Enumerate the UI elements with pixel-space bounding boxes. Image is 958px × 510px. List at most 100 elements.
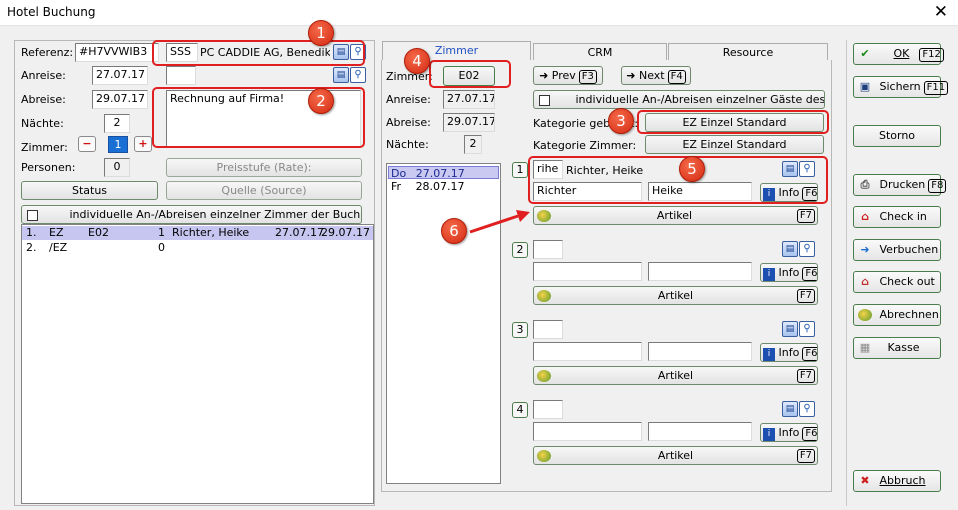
table-row[interactable]: 2. /EZ 0	[22, 241, 373, 255]
info-label: Info	[778, 266, 800, 279]
ok-button[interactable]: ✔ OK F12	[853, 43, 944, 65]
info-label: Info	[778, 346, 800, 359]
list-item[interactable]: Fr 28.07.17	[388, 180, 499, 193]
address-card-icon[interactable]: ▤	[782, 401, 798, 417]
checkout-label: Check out	[879, 275, 935, 288]
storno-label: Storno	[878, 129, 916, 142]
status-button[interactable]: Status	[21, 181, 158, 200]
anreise-label: Anreise:	[21, 69, 66, 82]
ok-key: F12	[919, 48, 944, 62]
anreise-time-field[interactable]	[166, 66, 196, 85]
address-card-icon[interactable]: ▤	[782, 241, 798, 257]
sichern-key: F11	[923, 81, 949, 95]
address-card-icon[interactable]: ▤	[782, 321, 798, 337]
zimmer-label: Zimmer:	[21, 141, 68, 154]
kat-zimmer-label: Kategorie Zimmer:	[533, 139, 637, 152]
verbuchen-label: Verbuchen	[879, 243, 939, 256]
anreise-field[interactable]: 27.07.17	[92, 66, 148, 85]
callout-badge-5: 5	[679, 156, 705, 182]
guest-number: 2	[512, 242, 528, 258]
artikel-label: Artikel	[657, 289, 694, 302]
first-name-field[interactable]	[648, 342, 752, 361]
callout-box-4	[429, 60, 511, 88]
individual-room-dates-checkbox[interactable]: individuelle An-/Abreisen einzelner Zimm…	[21, 205, 362, 224]
first-name-field[interactable]	[648, 422, 752, 441]
callout-box-1	[152, 40, 365, 66]
abrechnen-button[interactable]: Abrechnen	[853, 304, 941, 326]
first-name-field[interactable]	[648, 262, 752, 281]
individual-guest-dates-checkbox[interactable]: individuelle An-/Abreisen einzelner Gäst…	[533, 90, 825, 109]
tab-resource[interactable]: Resource	[668, 43, 828, 61]
guest-number: 1	[512, 162, 528, 178]
day-name: Fr	[391, 180, 402, 193]
quelle-button[interactable]: Quelle (Source)	[166, 181, 362, 200]
next-button[interactable]: ➜ Next F4	[621, 66, 691, 85]
info-button[interactable]: i Info F6	[760, 263, 818, 282]
minus-room-icon[interactable]: −	[78, 136, 96, 152]
table-row[interactable]: 1. EZ E02 1 Richter, Heike 27.07.17 29.0…	[22, 226, 373, 240]
checkbox-icon[interactable]	[27, 209, 38, 221]
abreise-label: Abreise:	[21, 93, 66, 106]
info-key: F6	[802, 267, 817, 281]
abreise-field[interactable]: 29.07.17	[92, 90, 148, 109]
sichern-button[interactable]: ▣ Sichern F11	[853, 76, 949, 98]
plus-room-icon[interactable]: +	[134, 136, 152, 152]
close-icon[interactable]: ✕	[934, 2, 948, 22]
artikel-label: Artikel	[657, 369, 694, 382]
abrechnen-label: Abrechnen	[879, 308, 939, 321]
naechte-field[interactable]: 2	[104, 114, 130, 133]
mid-abreise-field: 29.07.17	[443, 113, 495, 132]
referenz-field[interactable]: #H7VVWIB3	[75, 43, 159, 62]
day-name: Do	[391, 167, 407, 180]
search-icon[interactable]: ⚲	[799, 401, 815, 417]
search-icon[interactable]: ⚲	[799, 241, 815, 257]
save-icon: ▣	[859, 80, 871, 93]
next-label: Next	[638, 69, 665, 82]
calendar-icon[interactable]: ▤	[333, 67, 349, 83]
room-list[interactable]: 1. EZ E02 1 Richter, Heike 27.07.17 29.0…	[21, 224, 374, 504]
last-name-field[interactable]	[533, 342, 642, 361]
last-name-field[interactable]	[533, 262, 642, 281]
mid-naechte-label: Nächte:	[386, 138, 429, 151]
tab-crm[interactable]: CRM	[533, 43, 667, 61]
abbruch-button[interactable]: ✖ Abbruch	[853, 470, 941, 492]
kat-zimmer-button[interactable]: EZ Einzel Standard	[645, 135, 824, 154]
search-icon[interactable]: ⚲	[350, 67, 366, 83]
artikel-button[interactable]: Artikel F7	[533, 446, 818, 465]
guest-code-field[interactable]	[533, 320, 563, 339]
search-icon[interactable]: ⚲	[799, 321, 815, 337]
info-button[interactable]: i Info F6	[760, 343, 818, 362]
list-item[interactable]: Do 27.07.17	[388, 166, 499, 180]
checkbox-icon[interactable]	[539, 94, 550, 106]
last-name-field[interactable]	[533, 422, 642, 441]
kasse-button[interactable]: ▦ Kasse	[853, 337, 941, 359]
info-icon: i	[763, 348, 775, 361]
info-label: Info	[778, 426, 800, 439]
guest-code-field[interactable]	[533, 240, 563, 259]
verbuchen-button[interactable]: ➜ Verbuchen	[853, 239, 941, 261]
checkin-button[interactable]: ⌂ Check in	[853, 206, 941, 228]
room-number: E02	[88, 226, 109, 239]
preisstufe-button[interactable]: Preisstufe (Rate):	[166, 158, 362, 177]
artikel-button[interactable]: Artikel F7	[533, 286, 818, 305]
prev-key: F3	[578, 70, 597, 84]
mid-naechte-field: 2	[464, 135, 482, 154]
artikel-button[interactable]: Artikel F7	[533, 206, 818, 225]
window-title: Hotel Buchung	[7, 5, 96, 19]
artikel-button[interactable]: Artikel F7	[533, 366, 818, 385]
checkout-button[interactable]: ⌂ Check out	[853, 271, 941, 293]
drucken-button[interactable]: ⎙ Drucken F8	[853, 174, 947, 196]
close-icon: ✖	[860, 474, 870, 487]
artikel-key: F7	[796, 289, 815, 303]
callout-badge-2: 2	[308, 88, 334, 114]
sichern-label: Sichern	[879, 80, 921, 93]
storno-button[interactable]: Storno	[853, 125, 941, 147]
house-icon: ⌂	[861, 210, 869, 223]
personen-label: Personen:	[21, 161, 76, 174]
zimmer-count-field[interactable]: 1	[108, 136, 128, 153]
prev-button[interactable]: ➜ Prev F3	[533, 66, 603, 85]
info-button[interactable]: i Info F6	[760, 423, 818, 442]
guest-code-field[interactable]	[533, 400, 563, 419]
house-icon: ⌂	[861, 275, 869, 288]
arrow-right-icon: ➜	[860, 243, 870, 256]
